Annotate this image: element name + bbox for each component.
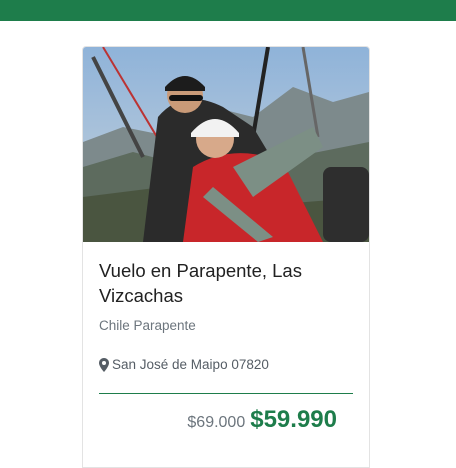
provider-name: Chile Parapente (99, 318, 196, 333)
sale-price: $59.990 (250, 406, 337, 433)
price-divider (99, 393, 353, 394)
location-text: San José de Maipo 07820 (112, 357, 269, 372)
location: San José de Maipo 07820 (99, 357, 269, 372)
top-header-bar (0, 0, 456, 21)
price-row: $69.000 $59.990 (187, 406, 337, 434)
activity-title[interactable]: Vuelo en Parapente, Las Vizcachas (99, 258, 349, 308)
activity-photo[interactable] (83, 47, 369, 242)
original-price: $69.000 (187, 414, 246, 431)
activity-card[interactable]: Vuelo en Parapente, Las Vizcachas Chile … (82, 46, 370, 468)
map-pin-icon (99, 357, 109, 372)
